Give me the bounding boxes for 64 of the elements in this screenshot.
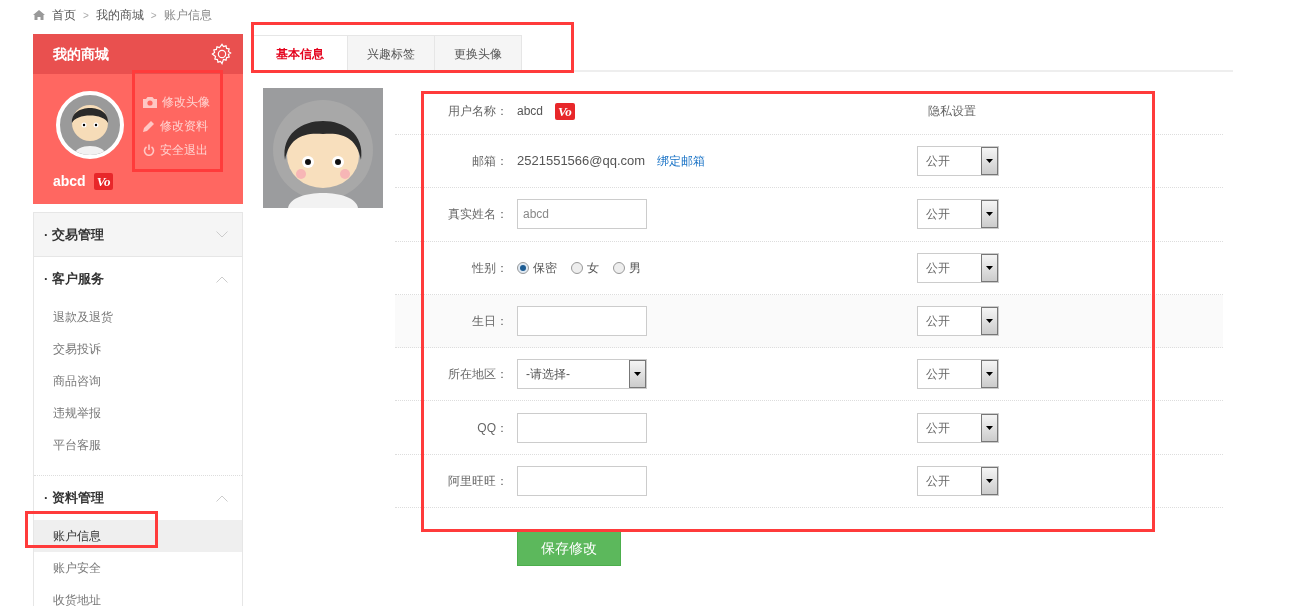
power-icon <box>143 144 155 156</box>
radio-button[interactable] <box>517 261 529 274</box>
chevron-up-icon <box>216 275 228 283</box>
chevron-up-icon <box>216 494 228 502</box>
breadcrumb-separator: > <box>83 8 89 23</box>
tab[interactable]: 兴趣标签 <box>348 35 435 72</box>
camera-icon <box>143 96 157 108</box>
settings-icon[interactable] <box>211 43 233 65</box>
bind-email-link[interactable]: 绑定邮箱 <box>657 152 706 171</box>
nav-group-header[interactable]: · 交易管理 <box>34 213 242 257</box>
field-label: 性别： <box>471 259 508 277</box>
radio-label: 保密 <box>533 259 557 277</box>
nav-item[interactable]: 账户信息 <box>34 520 242 552</box>
nav-group-header[interactable]: · 资料管理 <box>34 476 242 520</box>
home-icon <box>33 10 45 20</box>
field-label: 所在地区： <box>447 366 508 384</box>
nav-item[interactable]: 商品咨询 <box>34 365 242 397</box>
radio-label: 男 <box>629 259 641 277</box>
field-label: 邮箱： <box>471 153 508 171</box>
field-label: 用户名称： <box>447 103 508 120</box>
breadcrumb-link[interactable]: 我的商城 <box>95 6 144 24</box>
privacy-select[interactable]: 公开 <box>917 306 999 337</box>
privacy-select[interactable]: 公开 <box>917 359 999 390</box>
email-value: 2521551566@qq.com <box>517 152 646 171</box>
nav-item[interactable]: 平台客服 <box>34 429 242 461</box>
radio-option[interactable]: 保密 <box>517 258 557 277</box>
region-select[interactable]: -请选择- <box>517 359 647 390</box>
radio-button[interactable] <box>571 261 583 274</box>
privacy-header: 隐私设置 <box>928 103 976 120</box>
nav-group-header[interactable]: · 客户服务 <box>34 257 242 301</box>
nav-item[interactable]: 退款及退货 <box>34 301 242 333</box>
chevron-down-icon <box>216 231 228 238</box>
field-label: QQ： <box>476 419 508 437</box>
field-label: 真实姓名： <box>447 206 508 224</box>
tab[interactable]: 更换头像 <box>435 35 522 72</box>
radio-option[interactable]: 男 <box>613 258 641 277</box>
text-input[interactable] <box>517 465 647 496</box>
text-input[interactable]: abcd <box>517 199 647 230</box>
nav-item[interactable]: 交易投诉 <box>34 333 242 365</box>
nav-item[interactable]: 违规举报 <box>34 397 242 429</box>
breadcrumb-link[interactable]: 首页 <box>52 6 76 24</box>
text-input[interactable] <box>517 412 647 443</box>
radio-button[interactable] <box>613 261 625 274</box>
field-label: 阿里旺旺： <box>447 472 508 490</box>
nav-item[interactable]: 收货地址 <box>34 584 242 606</box>
radio-option[interactable]: 女 <box>571 258 599 277</box>
vip-badge: Vo <box>93 173 114 190</box>
breadcrumb-separator: > <box>150 8 157 23</box>
pencil-icon <box>143 120 155 132</box>
username-value: abcd <box>517 103 544 120</box>
breadcrumb-current: 账户信息 <box>163 7 212 24</box>
vip-badge: Vo <box>555 102 575 120</box>
nav-item[interactable]: 账户安全 <box>34 552 242 584</box>
privacy-select[interactable]: 公开 <box>917 465 999 496</box>
sidebar-title: 我的商城 <box>53 44 109 64</box>
username: abcd <box>53 172 86 191</box>
privacy-select[interactable]: 公开 <box>917 252 999 283</box>
text-input[interactable] <box>517 306 647 337</box>
field-label: 生日： <box>471 313 508 331</box>
privacy-select[interactable]: 公开 <box>917 146 999 177</box>
privacy-select[interactable]: 公开 <box>917 412 999 443</box>
privacy-select[interactable]: 公开 <box>917 199 999 230</box>
radio-label: 女 <box>587 259 599 277</box>
tab[interactable]: 基本信息 <box>252 35 348 72</box>
